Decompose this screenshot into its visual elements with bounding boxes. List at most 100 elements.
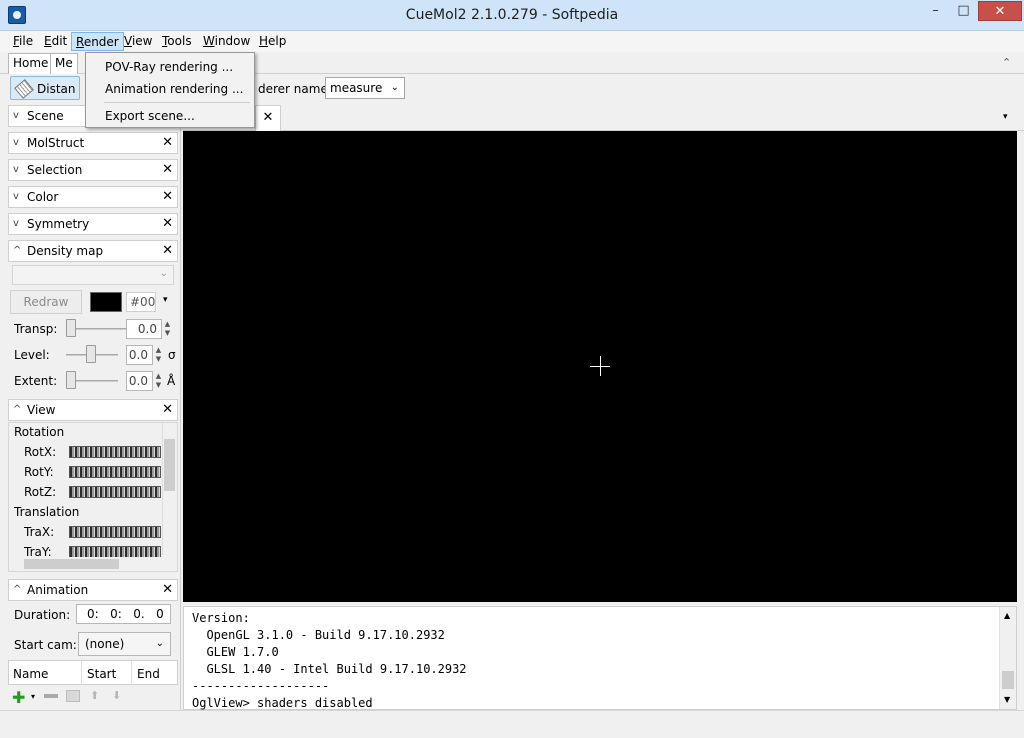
menu-file[interactable]: File [9, 32, 37, 51]
section-density-map[interactable]: ^ Density map ✕ [8, 240, 178, 262]
chevron-up-icon: ^ [13, 584, 22, 595]
menu-edit[interactable]: Edit [40, 32, 71, 51]
arrow-up-icon[interactable]: ⬆ [90, 689, 99, 702]
tab-home[interactable]: Home [8, 53, 54, 74]
console-scrollbar[interactable]: ▲ ▼ [999, 607, 1016, 709]
translation-label: Translation [14, 505, 80, 519]
menu-tools[interactable]: Tools [158, 32, 196, 51]
col-start[interactable]: Start [87, 667, 116, 681]
chevron-down-icon[interactable]: ▾ [1003, 112, 1008, 122]
duration-input[interactable]: 0: 0: 0. 0 [76, 604, 171, 624]
menu-item-animation-rendering[interactable]: Animation rendering ... [105, 82, 243, 96]
chevron-down-icon[interactable]: ▾ [31, 692, 35, 701]
view-tab-bar: ✕ ▾ [183, 104, 1024, 131]
spin-arrows-icon[interactable]: ▲ ▼ [154, 372, 163, 390]
rotx-label: RotX: [24, 445, 57, 459]
animation-table-header: Name Start End [8, 660, 178, 685]
menu-window[interactable]: Window [199, 32, 254, 51]
title-bar: CueMol2 2.1.0.279 - Softpedia – □ ✕ [0, 0, 1024, 31]
rotz-wheel[interactable] [69, 486, 161, 498]
rotation-label: Rotation [14, 425, 65, 439]
chevron-down-icon: v [13, 218, 19, 229]
section-selection[interactable]: v Selection ✕ [8, 159, 178, 181]
section-color[interactable]: v Color ✕ [8, 186, 178, 208]
extent-input[interactable]: 0.0 [126, 371, 153, 391]
chevron-up-icon[interactable]: ⌃ [1002, 56, 1011, 69]
level-slider[interactable] [86, 345, 96, 363]
view-tab-close-icon[interactable]: ✕ [255, 105, 281, 131]
rotx-wheel[interactable] [69, 446, 161, 458]
col-end[interactable]: End [137, 667, 160, 681]
start-cam-label: Start cam: [14, 638, 77, 652]
add-icon[interactable]: ✚ [12, 688, 25, 707]
close-icon[interactable]: ✕ [162, 133, 173, 153]
menu-item-export-scene[interactable]: Export scene... [105, 109, 195, 123]
close-icon[interactable]: ✕ [162, 187, 173, 207]
ruler-icon [14, 79, 34, 99]
spin-arrows-icon[interactable]: ▲ ▼ [154, 346, 163, 364]
density-object-select[interactable]: ⌄ [12, 265, 174, 285]
renderer-select[interactable]: measure ⌄ [325, 77, 405, 99]
menu-render[interactable]: Render [71, 32, 124, 51]
maximize-button[interactable]: □ [950, 1, 977, 21]
chevron-down-icon: v [13, 191, 19, 202]
distance-label: Distan [37, 82, 76, 96]
sigma-unit: σ [168, 348, 176, 362]
console-text: Version: OpenGL 3.1.0 - Build 9.17.10.29… [192, 611, 467, 710]
close-icon[interactable]: ✕ [162, 580, 173, 600]
tab-measure[interactable]: Me [50, 53, 78, 74]
status-bar [0, 710, 1024, 738]
section-molstruct[interactable]: v MolStruct ✕ [8, 132, 178, 154]
menu-help[interactable]: Help [255, 32, 290, 51]
chevron-down-icon[interactable]: ▾ [163, 295, 168, 305]
menu-item-povray[interactable]: POV-Ray rendering ... [105, 60, 233, 74]
col-name[interactable]: Name [13, 667, 48, 681]
edit-icon[interactable] [66, 690, 80, 702]
color-value[interactable]: #000 [126, 292, 156, 312]
close-icon[interactable]: ✕ [162, 214, 173, 234]
spin-arrows-icon[interactable]: ▲ ▼ [163, 320, 172, 338]
console-log[interactable]: Version: OpenGL 3.1.0 - Build 9.17.10.29… [183, 606, 1017, 710]
close-icon[interactable]: ✕ [162, 160, 173, 180]
section-label: Selection [27, 163, 83, 177]
start-cam-select[interactable]: (none) ⌄ [78, 632, 171, 656]
scroll-thumb[interactable] [164, 439, 175, 491]
transp-slider[interactable] [66, 319, 76, 337]
view-hscrollbar[interactable] [10, 557, 162, 571]
duration-label: Duration: [14, 608, 71, 622]
trax-wheel[interactable] [69, 526, 161, 538]
roty-wheel[interactable] [69, 466, 161, 478]
transp-input[interactable]: 0.0 [126, 319, 162, 339]
close-icon[interactable]: ✕ [162, 241, 173, 261]
close-icon[interactable]: ✕ [162, 400, 173, 420]
chevron-up-icon[interactable]: ▲ [1004, 611, 1010, 620]
chevron-down-icon: v [13, 110, 19, 121]
start-cam-value: (none) [85, 637, 125, 651]
chevron-down-icon: v [13, 137, 19, 148]
section-symmetry[interactable]: v Symmetry ✕ [8, 213, 178, 235]
section-animation[interactable]: ^ Animation ✕ [8, 579, 178, 601]
extent-slider[interactable] [66, 371, 76, 389]
section-label: Scene [27, 109, 64, 123]
redraw-button[interactable]: Redraw [10, 290, 82, 314]
section-view[interactable]: ^ View ✕ [8, 399, 178, 421]
minimize-button[interactable]: – [922, 1, 949, 21]
chevron-down-icon[interactable]: ▼ [1004, 695, 1010, 704]
level-input[interactable]: 0.0 [126, 345, 153, 365]
section-label: Symmetry [27, 217, 90, 231]
arrow-down-icon[interactable]: ⬇ [112, 689, 121, 702]
angstrom-unit: Å [167, 374, 176, 388]
remove-icon[interactable] [44, 694, 58, 698]
level-label: Level: [14, 348, 50, 362]
section-label: Animation [27, 583, 89, 597]
chevron-down-icon: ⌄ [390, 82, 399, 93]
close-button[interactable]: ✕ [978, 1, 1022, 21]
hscroll-thumb[interactable] [24, 559, 119, 569]
render-dropdown-menu: POV-Ray rendering ... Animation renderin… [85, 52, 255, 128]
view-scrollbar[interactable] [162, 423, 176, 555]
scroll-thumb[interactable] [1002, 671, 1014, 689]
menu-view[interactable]: View [120, 32, 156, 51]
distance-button[interactable]: Distan [10, 76, 80, 100]
color-swatch[interactable] [90, 292, 122, 312]
renderer-name-label: derer name: [258, 82, 332, 96]
